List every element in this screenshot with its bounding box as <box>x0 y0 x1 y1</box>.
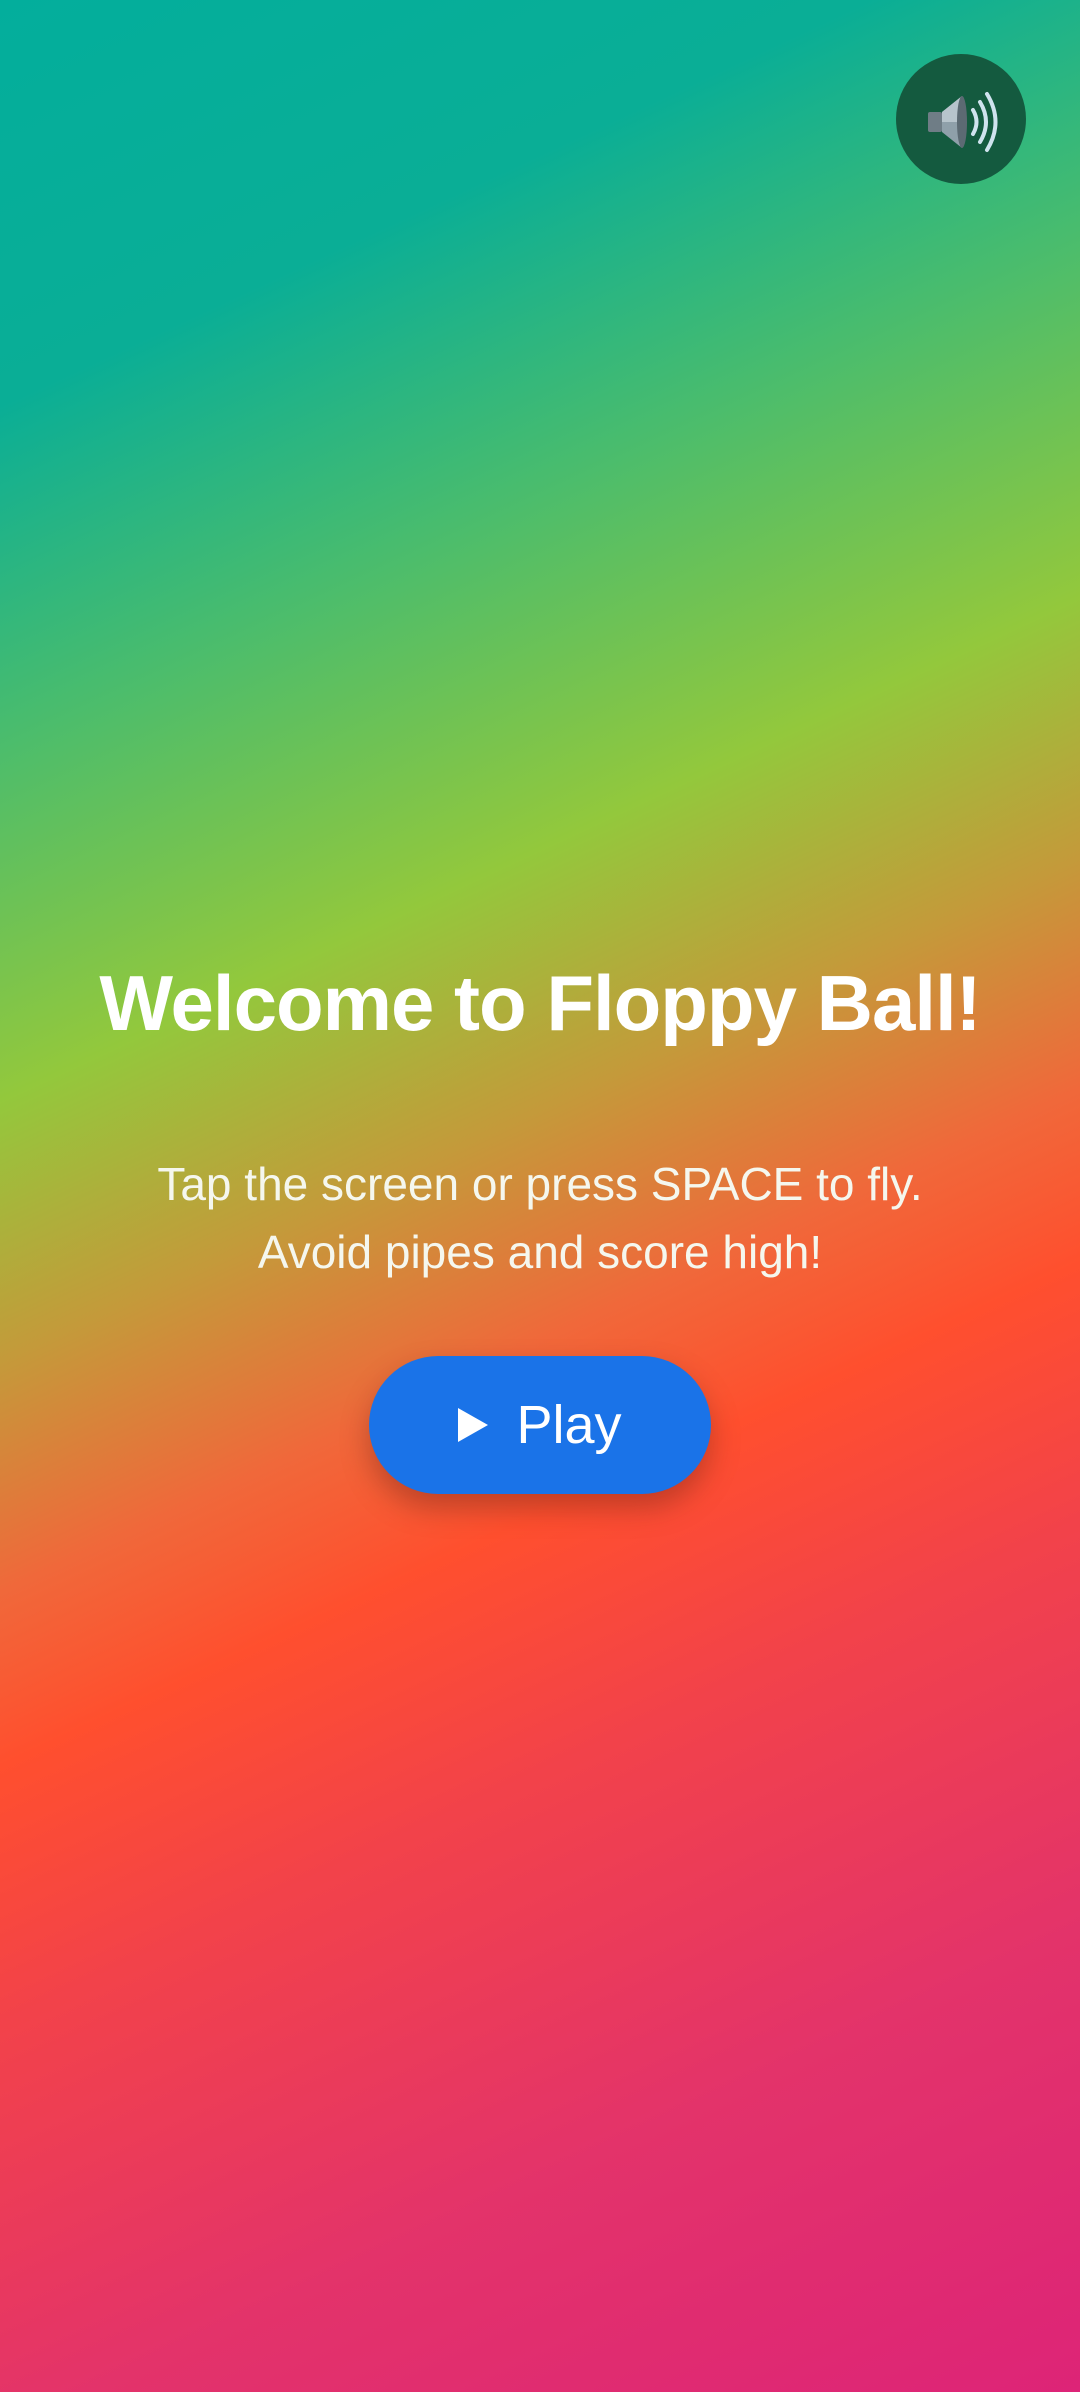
play-button-label: Play <box>516 1395 622 1455</box>
welcome-title: Welcome to Floppy Ball! <box>99 959 981 1047</box>
instructions-text: Tap the screen or press SPACE to fly. Av… <box>0 1150 1080 1286</box>
instruction-line: Tap the screen or press SPACE to fly. <box>157 1158 923 1210</box>
game-screen[interactable]: Welcome to Floppy Ball! Tap the screen o… <box>0 0 1080 2392</box>
speaker-icon <box>918 76 1004 162</box>
instruction-line: Avoid pipes and score high! <box>257 1226 823 1278</box>
play-button[interactable]: Play <box>369 1356 711 1494</box>
sound-toggle-button[interactable] <box>896 54 1026 184</box>
play-icon <box>458 1408 489 1442</box>
